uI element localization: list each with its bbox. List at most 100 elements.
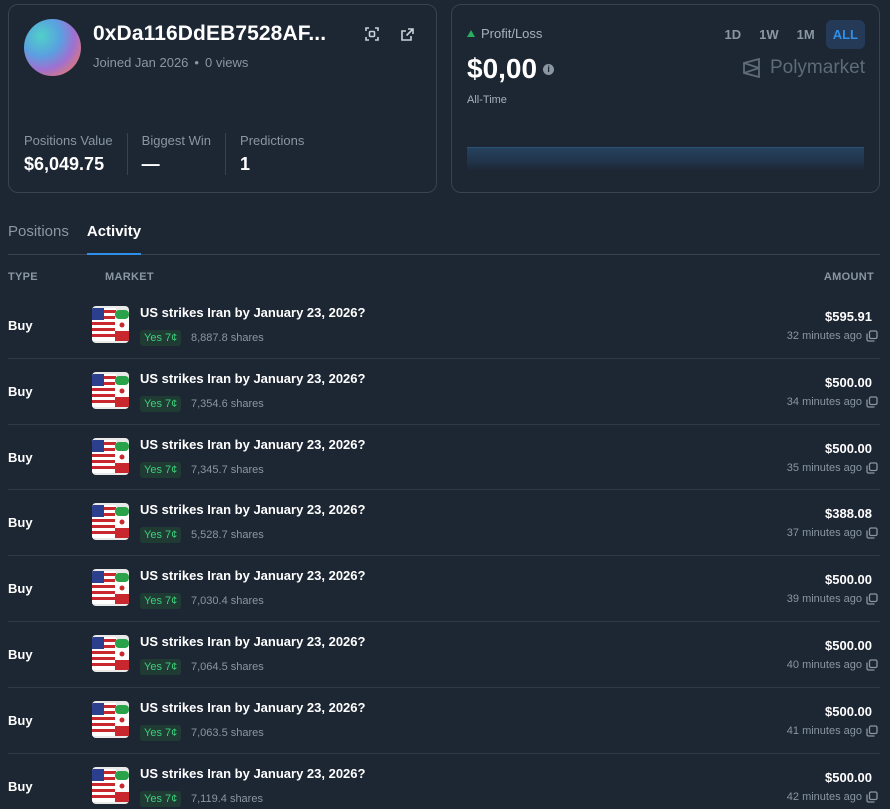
amount-value: $595.91 [825,309,872,324]
amount-value: $388.08 [825,506,872,522]
share-count: 7,063.5 shares [191,726,264,739]
range-tab-1m[interactable]: 1M [790,20,822,49]
market-title[interactable]: US strikes Iran by January 23, 2026? [140,305,365,320]
timestamp: 39 minutes ago [787,593,878,605]
copy-icon[interactable] [866,396,878,408]
market-title[interactable]: US strikes Iran by January 23, 2026? [140,766,365,781]
us-iran-flags-icon[interactable] [92,766,129,804]
market-title[interactable]: US strikes Iran by January 23, 2026? [140,634,365,649]
amount-value: $500.00 [825,637,872,653]
outcome-badge: Yes 7¢ [140,724,182,741]
stat-value: 1 [240,154,251,174]
avatar[interactable] [24,19,81,76]
pnl-label: Profit/Loss [481,26,543,41]
column-header-type: TYPE [8,271,38,283]
stat-label: Biggest Win [141,133,212,148]
outcome-badge: Yes 7¢ [140,790,182,807]
activity-type: Buy [8,515,33,531]
info-icon[interactable]: i [543,63,555,75]
share-count: 7,345.7 shares [191,463,264,476]
pnl-header: Profit/Loss [467,26,542,41]
activity-row[interactable]: Buy US strikes Iran by January 23, 2026?… [8,293,880,359]
share-count: 7,030.4 shares [191,595,264,608]
copy-icon[interactable] [866,659,878,671]
copy-icon[interactable] [866,725,878,737]
joined-date: Joined Jan 2026 [93,55,189,70]
pnl-chart[interactable] [467,147,864,171]
activity-row[interactable]: Buy US strikes Iran by January 23, 2026?… [8,490,880,557]
outcome-badge: Yes 7¢ [140,461,182,478]
view-count: 0 views [204,55,249,70]
us-iran-flags-icon[interactable] [92,700,129,738]
market-title[interactable]: US strikes Iran by January 23, 2026? [140,437,365,452]
amount-value: $500.00 [825,769,872,785]
share-count: 7,119.4 shares [191,792,263,805]
market-title[interactable]: US strikes Iran by January 23, 2026? [140,568,365,583]
copy-icon[interactable] [866,593,878,605]
range-tab-1d[interactable]: 1D [718,20,749,49]
brand-name: Polymarket [769,57,865,78]
range-tab-all[interactable]: ALL [825,20,865,49]
market-title[interactable]: US strikes Iran by January 23, 2026? [140,700,365,715]
tab-positions[interactable]: Positions [8,216,69,255]
tab-activity[interactable]: Activity [86,216,142,255]
range-tab-1w[interactable]: 1W [752,20,786,49]
profile-username[interactable]: 0xDa116DdEB7528AF... [93,22,326,46]
separator-dot: • [194,55,199,70]
activity-row[interactable]: Buy US strikes Iran by January 23, 2026?… [8,622,880,688]
us-iran-flags-icon[interactable] [92,569,129,607]
share-count: 8,887.8 shares [191,332,264,344]
activity-type: Buy [8,778,33,794]
amount-value: $500.00 [825,374,872,390]
polymarket-logo-icon [743,58,760,78]
activity-type: Buy [8,449,33,465]
activity-row[interactable]: Buy US strikes Iran by January 23, 2026?… [8,425,880,491]
copy-icon[interactable] [866,790,878,803]
timestamp-text: 37 minutes ago [786,527,862,540]
qr-scan-icon[interactable] [363,25,381,43]
market-title[interactable]: US strikes Iran by January 23, 2026? [140,371,365,386]
activity-row[interactable]: Buy US strikes Iran by January 23, 2026?… [8,688,880,754]
activity-type: Buy [8,383,33,399]
outcome-badge: Yes 7¢ [140,330,182,346]
share-count: 5,528.7 shares [191,529,264,542]
profile-subline: Joined Jan 2026 • 0 views [93,55,248,70]
stat-label: Positions Value [24,133,113,148]
trend-up-icon [467,30,475,37]
copy-icon[interactable] [866,527,878,540]
activity-row[interactable]: Buy US strikes Iran by January 23, 2026?… [8,359,880,425]
outcome-badge: Yes 7¢ [140,527,182,544]
brand: Polymarket [742,57,865,79]
timestamp: 34 minutes ago [787,396,878,408]
activity-row[interactable]: Buy US strikes Iran by January 23, 2026?… [8,754,880,809]
share-count: 7,064.5 shares [191,660,264,673]
profile-stats: Positions Value $6,049.75 Biggest Win — … [24,133,332,175]
timestamp: 32 minutes ago [787,330,878,342]
column-header-amount: AMOUNT [823,271,874,283]
outcome-badge: Yes 7¢ [140,658,182,675]
timestamp: 42 minutes ago [787,791,878,803]
copy-icon[interactable] [866,461,878,474]
timestamp: 35 minutes ago [787,462,878,474]
external-link-icon[interactable] [398,25,416,43]
us-iran-flags-icon[interactable] [92,371,129,409]
outcome-badge: Yes 7¢ [140,593,182,610]
market-title[interactable]: US strikes Iran by January 23, 2026? [140,502,365,517]
us-iran-flags-icon[interactable] [92,503,129,541]
pnl-card: Profit/Loss 1D 1W 1M ALL $0,00 i All-Tim… [451,4,880,193]
pnl-amount: $0,00 [467,53,538,84]
stat-label: Predictions [240,133,305,148]
stat-biggest-win: Biggest Win — [141,133,227,175]
copy-icon[interactable] [866,330,878,342]
activity-row[interactable]: Buy US strikes Iran by January 23, 2026?… [8,556,880,622]
activity-type: Buy [8,581,33,597]
us-iran-flags-icon[interactable] [92,306,129,343]
pnl-period: All-Time [467,94,507,106]
pnl-value: $0,00 i [467,53,555,85]
outcome-badge: Yes 7¢ [140,395,182,412]
timestamp-text: 40 minutes ago [786,658,862,671]
us-iran-flags-icon[interactable] [92,437,129,475]
range-tabs: 1D 1W 1M ALL [718,20,865,49]
timestamp-text: 41 minutes ago [786,724,862,737]
us-iran-flags-icon[interactable] [92,634,129,672]
